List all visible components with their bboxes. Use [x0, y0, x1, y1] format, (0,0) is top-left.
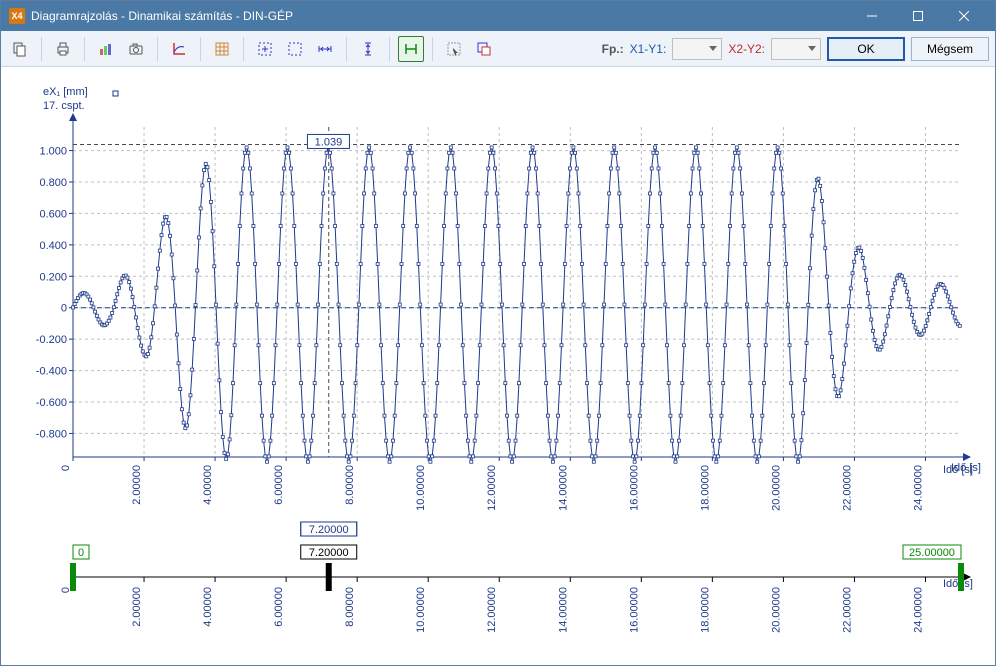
svg-text:24.00000: 24.00000	[912, 587, 924, 633]
svg-text:24.00000: 24.00000	[912, 465, 924, 511]
svg-text:20.00000: 20.00000	[770, 465, 782, 511]
svg-text:22.00000: 22.00000	[841, 465, 853, 511]
svg-text:7.20000: 7.20000	[309, 524, 349, 536]
svg-text:2.00000: 2.00000	[131, 587, 143, 627]
svg-text:4.00000: 4.00000	[202, 465, 214, 505]
svg-text:20.00000: 20.00000	[770, 587, 782, 633]
grid-icon[interactable]	[209, 36, 235, 62]
svg-text:-0.200: -0.200	[36, 334, 67, 346]
close-button[interactable]	[941, 1, 987, 31]
fit-dashed-icon[interactable]	[252, 36, 278, 62]
svg-text:0: 0	[60, 465, 72, 471]
app-icon: X4	[9, 8, 25, 24]
svg-text:0.200: 0.200	[39, 271, 67, 283]
svg-text:12.00000: 12.00000	[486, 587, 498, 633]
svg-text:1.039: 1.039	[315, 136, 343, 148]
svg-text:Idő [s]: Idő [s]	[943, 464, 973, 476]
zoom-window-icon[interactable]	[471, 36, 497, 62]
range-bracket-icon[interactable]	[398, 36, 424, 62]
chart-area[interactable]: eX₁ [mm] 17. cspt. -0.800 -0.600 -0.400 -0.20…	[1, 67, 995, 665]
select-region-icon[interactable]	[282, 36, 308, 62]
svg-text:14.00000: 14.00000	[557, 587, 569, 633]
x2y2-label: X2-Y2:	[728, 42, 765, 56]
horiz-extent-icon[interactable]	[312, 36, 338, 62]
minimize-button[interactable]	[849, 1, 895, 31]
svg-text:17. cspt.: 17. cspt.	[43, 100, 85, 112]
svg-text:1.000: 1.000	[39, 146, 67, 158]
svg-text:0: 0	[61, 303, 67, 315]
x2y2-combo[interactable]	[771, 38, 821, 60]
copy-icon[interactable]	[7, 36, 33, 62]
svg-text:2.00000: 2.00000	[131, 465, 143, 505]
cursor-square-icon[interactable]	[441, 36, 467, 62]
svg-text:eX₁ [mm]: eX₁ [mm]	[43, 86, 88, 98]
svg-text:8.00000: 8.00000	[344, 587, 356, 627]
svg-text:-0.400: -0.400	[36, 366, 67, 378]
fp-label: Fp.:	[602, 42, 624, 56]
vert-extent-icon[interactable]	[355, 36, 381, 62]
window-title: Diagramrajzolás - Dinamikai számítás - D…	[31, 9, 293, 23]
svg-text:25.00000: 25.00000	[909, 547, 955, 559]
svg-text:14.00000: 14.00000	[557, 465, 569, 511]
bars-icon[interactable]	[93, 36, 119, 62]
toolbar: Fp.: X1-Y1: X2-Y2: OK Mégsem	[1, 31, 995, 67]
svg-text:12.00000: 12.00000	[486, 465, 498, 511]
x1y1-label: X1-Y1:	[630, 42, 667, 56]
svg-text:18.00000: 18.00000	[699, 587, 711, 633]
svg-text:0: 0	[78, 547, 84, 559]
x1y1-combo[interactable]	[672, 38, 722, 60]
svg-text:Idő [s]: Idő [s]	[943, 578, 973, 590]
svg-text:16.00000: 16.00000	[628, 465, 640, 511]
svg-text:-0.800: -0.800	[36, 428, 67, 440]
ok-button[interactable]: OK	[827, 37, 905, 61]
svg-text:22.00000: 22.00000	[841, 587, 853, 633]
svg-text:-0.600: -0.600	[36, 397, 67, 409]
svg-text:6.00000: 6.00000	[273, 587, 285, 627]
svg-text:0.600: 0.600	[39, 208, 67, 220]
cancel-button[interactable]: Mégsem	[911, 37, 989, 61]
svg-text:8.00000: 8.00000	[344, 465, 356, 505]
svg-text:18.00000: 18.00000	[699, 465, 711, 511]
svg-text:6.00000: 6.00000	[273, 465, 285, 505]
axes-icon[interactable]	[166, 36, 192, 62]
svg-text:4.00000: 4.00000	[202, 587, 214, 627]
svg-text:0.800: 0.800	[39, 177, 67, 189]
svg-text:0.400: 0.400	[39, 240, 67, 252]
svg-text:7.20000: 7.20000	[309, 547, 349, 559]
title-bar: X4 Diagramrajzolás - Dinamikai számítás …	[1, 1, 995, 31]
print-icon[interactable]	[50, 36, 76, 62]
svg-text:16.00000: 16.00000	[628, 587, 640, 633]
camera-icon[interactable]	[123, 36, 149, 62]
svg-text:10.00000: 10.00000	[415, 465, 427, 511]
maximize-button[interactable]	[895, 1, 941, 31]
svg-text:10.00000: 10.00000	[415, 587, 427, 633]
